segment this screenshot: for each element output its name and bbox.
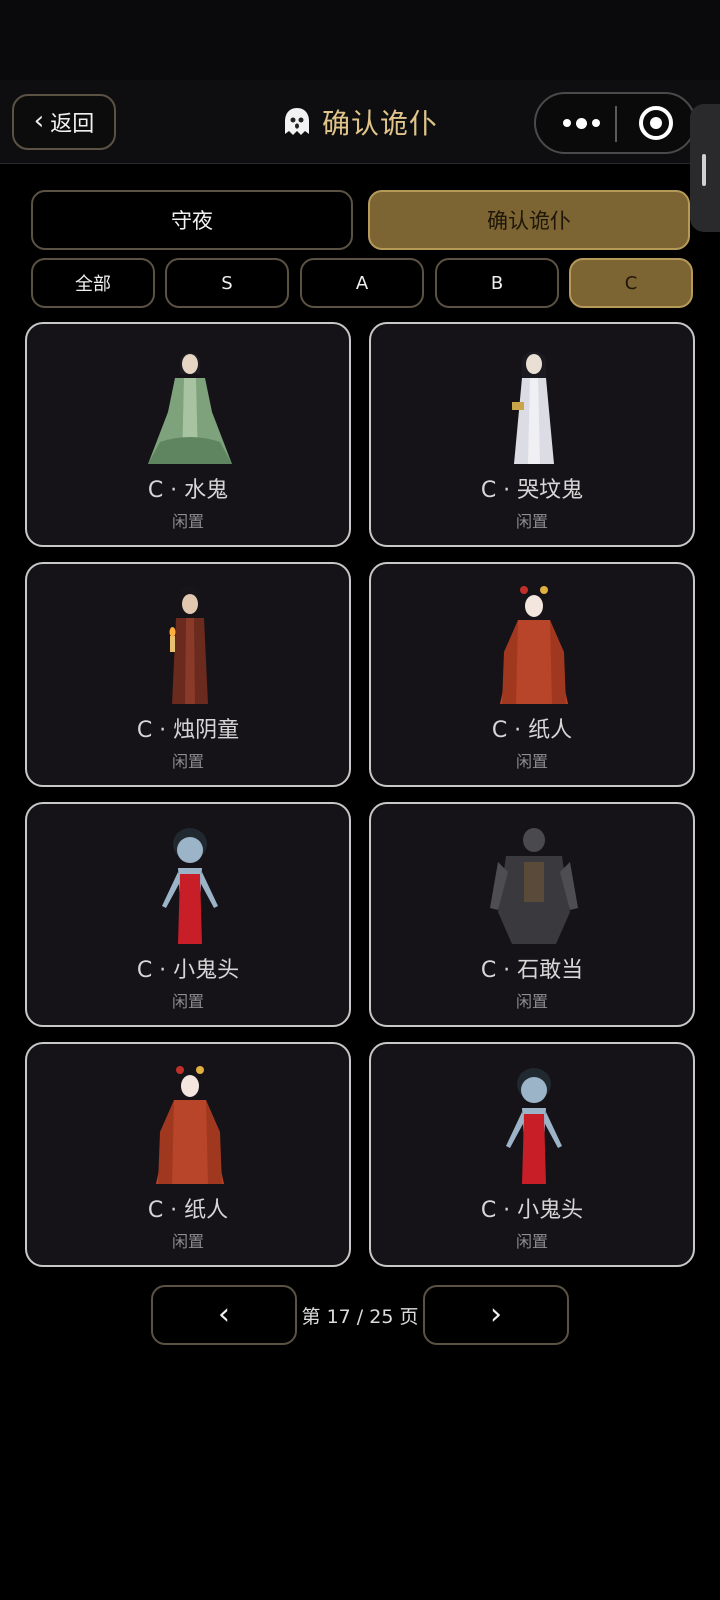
servant-name: C · 纸人 bbox=[147, 1198, 229, 1223]
servant-status: 闲置 bbox=[515, 1232, 548, 1251]
servant-name: C · 水鬼 bbox=[147, 478, 229, 503]
close-target-icon[interactable] bbox=[639, 106, 673, 140]
filter-a[interactable]: A bbox=[300, 258, 424, 308]
servant-card[interactable]: C · 小鬼头 闲置 bbox=[369, 1042, 695, 1267]
more-options-icon[interactable] bbox=[556, 94, 606, 152]
tab-night-watch[interactable]: 守夜 bbox=[31, 190, 353, 250]
next-page-button[interactable]: › bbox=[423, 1285, 569, 1345]
servant-portrait bbox=[156, 1066, 224, 1184]
servant-status: 闲置 bbox=[171, 1232, 204, 1251]
servant-name: C · 小鬼头 bbox=[480, 1198, 584, 1223]
servant-card[interactable]: C · 纸人 闲置 bbox=[369, 562, 695, 787]
servant-status: 闲置 bbox=[515, 752, 548, 771]
pagination: ‹ 第 17 / 25 页 › bbox=[151, 1285, 569, 1345]
servant-card[interactable]: C · 烛阴童 闲置 bbox=[25, 562, 351, 787]
grade-filter: 全部 S A B C bbox=[31, 258, 693, 308]
servant-status: 闲置 bbox=[171, 752, 204, 771]
servant-card[interactable]: C · 水鬼 闲置 bbox=[25, 322, 351, 547]
filter-all[interactable]: 全部 bbox=[31, 258, 155, 308]
servant-card[interactable]: C · 小鬼头 闲置 bbox=[25, 802, 351, 1027]
servant-status: 闲置 bbox=[515, 512, 548, 531]
mode-tabs: 守夜 确认诡仆 bbox=[31, 190, 690, 250]
filter-b[interactable]: B bbox=[435, 258, 559, 308]
page-indicator: 第 17 / 25 页 bbox=[301, 1305, 419, 1328]
side-scroll-handle[interactable] bbox=[690, 104, 720, 232]
ghost-icon bbox=[284, 108, 309, 135]
servant-portrait bbox=[148, 353, 232, 464]
filter-c[interactable]: C bbox=[569, 258, 693, 308]
servant-portrait bbox=[512, 351, 554, 464]
servant-status: 闲置 bbox=[171, 512, 204, 531]
servant-status: 闲置 bbox=[515, 992, 548, 1011]
servant-card[interactable]: C · 纸人 闲置 bbox=[25, 1042, 351, 1267]
filter-s[interactable]: S bbox=[165, 258, 289, 308]
page-title-text: 确认诡仆 bbox=[321, 107, 438, 140]
servant-name: C · 哭坟鬼 bbox=[480, 478, 584, 503]
tab-confirm-servant[interactable]: 确认诡仆 bbox=[368, 190, 690, 250]
servant-name: C · 烛阴童 bbox=[136, 718, 240, 743]
servant-card[interactable]: C · 哭坟鬼 闲置 bbox=[369, 322, 695, 547]
capsule-divider bbox=[615, 106, 617, 142]
servant-card[interactable]: C · 石敢当 闲置 bbox=[369, 802, 695, 1027]
servant-name: C · 石敢当 bbox=[480, 958, 584, 983]
servant-portrait bbox=[490, 828, 578, 944]
servant-name: C · 小鬼头 bbox=[136, 958, 240, 983]
servant-portrait bbox=[506, 1068, 562, 1184]
navigation-bar: ‹ 返回 确认诡仆 bbox=[0, 80, 720, 164]
status-bar bbox=[0, 0, 720, 80]
prev-page-button[interactable]: ‹ bbox=[151, 1285, 297, 1345]
servant-portrait bbox=[162, 828, 218, 944]
servant-portrait bbox=[169, 586, 208, 704]
servant-portrait bbox=[500, 586, 568, 704]
servant-status: 闲置 bbox=[171, 992, 204, 1011]
mini-program-capsule bbox=[534, 92, 696, 154]
servant-name: C · 纸人 bbox=[491, 718, 573, 743]
